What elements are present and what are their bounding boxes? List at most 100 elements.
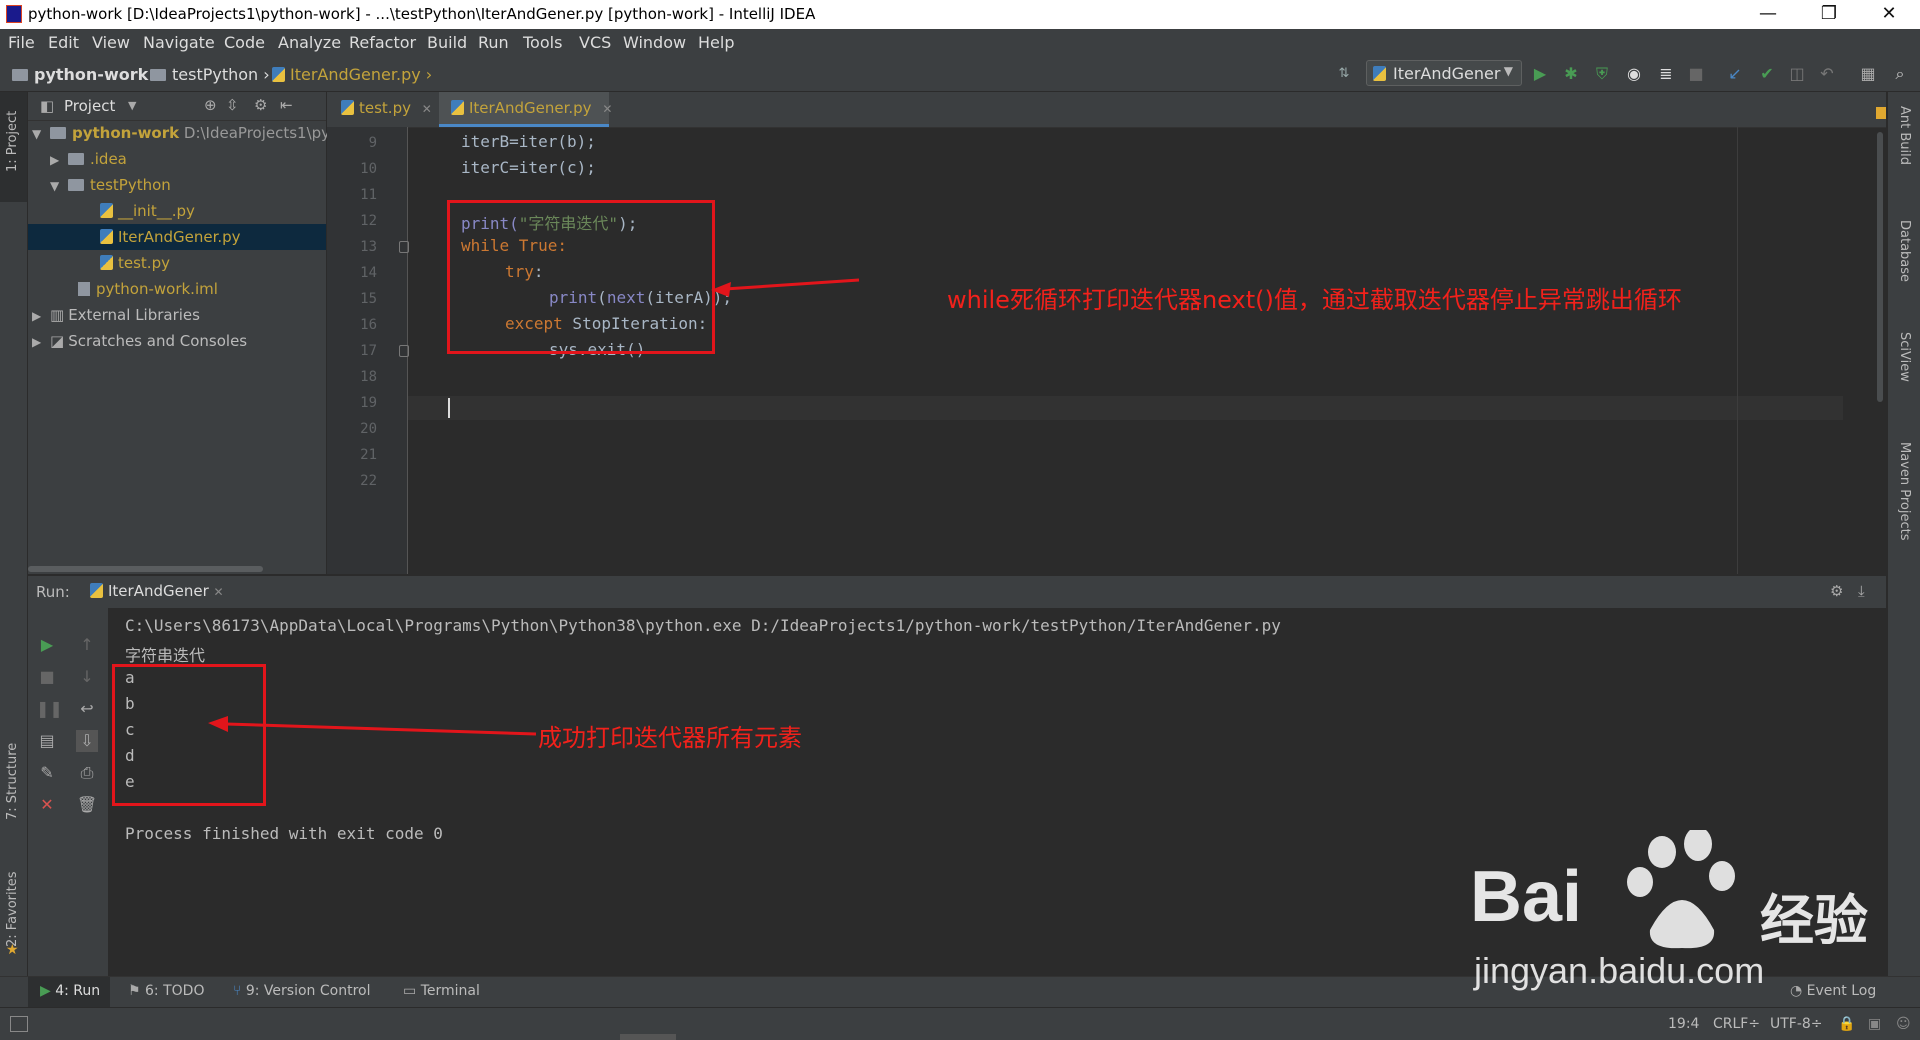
rerun-icon[interactable]: ▶	[36, 634, 58, 656]
tree-item-iterandgener[interactable]: IterAndGener.py	[28, 224, 326, 250]
git-icon[interactable]: ▣	[1868, 1016, 1881, 1032]
search-icon[interactable]: ⌕	[1890, 64, 1910, 84]
menu-build[interactable]: Build	[427, 33, 467, 52]
close-window-button[interactable]: ✕	[1866, 2, 1912, 26]
chevron-down-icon[interactable]: ▼	[128, 99, 136, 112]
soft-wrap-icon[interactable]: ↩	[76, 698, 98, 720]
python-file-icon	[100, 229, 113, 244]
structure-tool-tab[interactable]: 7: Structure	[5, 743, 20, 820]
print-icon[interactable]: ⎙	[76, 762, 98, 784]
inspector-icon[interactable]: ☺	[1896, 1016, 1911, 1032]
tree-item-scratches[interactable]: ▶ ◪ Scratches and Consoles	[28, 328, 330, 354]
locate-icon[interactable]: ⊕	[204, 96, 217, 114]
arrow-up-icon[interactable]: ↑	[76, 634, 98, 656]
baidu-watermark: Bai 经验 jingyan.baidu.com	[1470, 827, 1890, 1000]
tree-item-idea[interactable]: ▶ .idea	[28, 146, 348, 172]
menu-refactor[interactable]: Refactor	[349, 33, 416, 52]
menu-navigate[interactable]: Navigate	[143, 33, 215, 52]
concurrency-icon[interactable]: ≣	[1656, 64, 1676, 84]
tree-item-python-work[interactable]: ▼ python-work D:\IdeaProjects1\py	[28, 120, 330, 146]
scroll-to-end-icon[interactable]: ⇩	[76, 730, 98, 752]
close-icon[interactable]: ✕	[214, 585, 224, 599]
restore-button[interactable]: ❐	[1806, 2, 1852, 26]
line-separator[interactable]: CRLF÷	[1713, 1016, 1760, 1032]
menu-code[interactable]: Code	[224, 33, 265, 52]
project-structure-icon[interactable]: ▦	[1858, 64, 1878, 84]
vcs-update-icon[interactable]: ↙	[1725, 64, 1745, 84]
vertical-scrollbar[interactable]	[1877, 132, 1883, 402]
hide-panel-icon[interactable]: ⤓	[1858, 582, 1865, 600]
tool-windows-icon[interactable]	[10, 1016, 28, 1032]
todo-tool-tab[interactable]: ⚑ 6: TODO	[128, 983, 204, 999]
breadcrumb-folder[interactable]: testPython ›	[150, 65, 270, 84]
menu-edit[interactable]: Edit	[48, 33, 79, 52]
vcs-commit-icon[interactable]: ✔	[1757, 64, 1777, 84]
expand-arrow-icon[interactable]: ▼	[32, 121, 44, 147]
arrow-down-icon[interactable]: ↓	[76, 666, 98, 688]
hide-panel-icon[interactable]: ⇤	[280, 96, 293, 114]
expand-arrow-icon[interactable]: ▶	[50, 147, 62, 173]
fold-marker-icon[interactable]	[399, 241, 409, 253]
tree-item-testpython[interactable]: ▼ testPython	[28, 172, 348, 198]
menu-window[interactable]: Window	[623, 33, 686, 52]
trash-icon[interactable]: 🗑	[76, 794, 98, 816]
terminal-tool-tab[interactable]: ▭ Terminal	[403, 983, 480, 999]
folder-icon	[50, 127, 66, 139]
gear-icon[interactable]: ⚙	[1830, 582, 1843, 600]
file-encoding[interactable]: UTF-8÷	[1770, 1016, 1823, 1032]
tree-item-path: D:\IdeaProjects1\py	[183, 124, 331, 142]
build-icon[interactable]: ⇅	[1334, 64, 1354, 84]
favorites-tool-tab[interactable]: 2: Favorites	[5, 871, 20, 947]
vcs-history-icon[interactable]: ◫	[1787, 64, 1807, 84]
menu-file[interactable]: File	[8, 33, 35, 52]
run-tool-tab[interactable]: ▶ 4: Run	[40, 983, 100, 999]
close-icon[interactable]: ✕	[422, 102, 432, 116]
fold-marker-icon[interactable]	[399, 345, 409, 357]
profile-icon[interactable]: ◉	[1624, 64, 1644, 84]
debug-icon[interactable]: ✱	[1561, 64, 1581, 84]
menu-run[interactable]: Run	[478, 33, 509, 52]
tree-item-label: IterAndGener.py	[118, 228, 241, 246]
expand-arrow-icon[interactable]: ▶	[32, 303, 44, 329]
horizontal-scrollbar[interactable]	[28, 566, 263, 572]
run-icon[interactable]: ▶	[1530, 64, 1550, 84]
close-icon[interactable]: ✕	[36, 794, 58, 816]
stop-icon[interactable]: ■	[36, 666, 58, 688]
menu-help[interactable]: Help	[698, 33, 734, 52]
stop-icon[interactable]: ■	[1686, 64, 1706, 84]
layout-icon[interactable]: ▤	[36, 730, 58, 752]
breadcrumb-project[interactable]: python-work ›	[12, 65, 160, 84]
close-icon[interactable]: ✕	[602, 102, 612, 116]
expand-arrow-icon[interactable]: ▼	[50, 173, 62, 199]
database-tool-tab[interactable]: Database	[1897, 220, 1912, 282]
vcs-revert-icon[interactable]: ↶	[1817, 64, 1837, 84]
sciview-tool-tab[interactable]: SciView	[1897, 332, 1912, 382]
run-tab-label: IterAndGener	[108, 582, 209, 600]
maven-tool-tab[interactable]: Maven Projects	[1897, 442, 1912, 541]
menu-vcs[interactable]: VCS	[579, 33, 611, 52]
coverage-icon[interactable]: ⛨	[1592, 64, 1612, 84]
gear-icon[interactable]: ⚙	[254, 96, 267, 114]
tree-item-external-libraries[interactable]: ▶ ▥ External Libraries	[28, 302, 330, 328]
expand-arrow-icon[interactable]: ▶	[32, 329, 44, 355]
lock-icon[interactable]: 🔒	[1838, 1016, 1855, 1032]
breadcrumb-file[interactable]: IterAndGener.py ›	[272, 65, 432, 84]
run-tab-iterandgener[interactable]: IterAndGener ✕	[90, 582, 224, 600]
ant-build-tool-tab[interactable]: Ant Build	[1897, 106, 1912, 165]
menu-tools[interactable]: Tools	[523, 33, 562, 52]
pause-icon[interactable]: ❚❚	[36, 698, 63, 720]
tab-test-py[interactable]: test.py ✕	[329, 92, 435, 127]
menu-analyze[interactable]: Analyze	[278, 33, 341, 52]
pin-icon[interactable]: ✎	[36, 762, 58, 784]
minimize-button[interactable]: —	[1745, 2, 1791, 26]
tab-iterandgener-py[interactable]: IterAndGener.py ✕	[439, 92, 612, 127]
cursor-position[interactable]: 19:4	[1668, 1016, 1699, 1032]
project-tool-tab[interactable]: 1: Project	[5, 111, 20, 172]
python-file-icon	[1373, 66, 1386, 81]
project-panel-title[interactable]: Project	[64, 97, 115, 115]
run-configuration-select[interactable]: IterAndGener ▼	[1366, 60, 1522, 86]
version-control-tool-tab[interactable]: ⑂ 9: Version Control	[233, 983, 370, 999]
tree-item-iml[interactable]: python-work.iml	[28, 276, 376, 302]
collapse-all-icon[interactable]: ⇳	[226, 96, 239, 114]
menu-view[interactable]: View	[92, 33, 130, 52]
